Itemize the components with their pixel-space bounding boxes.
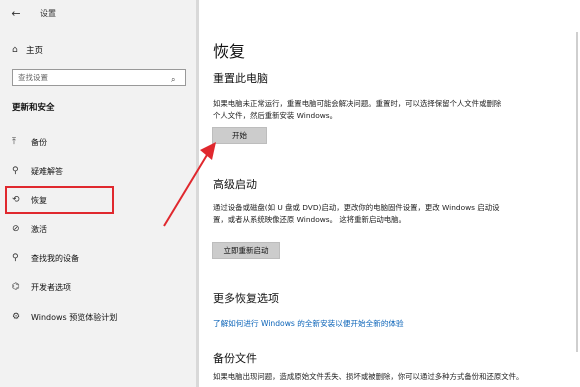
start-reset-button[interactable]: 开始 bbox=[212, 127, 267, 144]
back-arrow-icon[interactable]: ← bbox=[8, 6, 24, 22]
developer-icon: ⌬ bbox=[12, 282, 20, 292]
search-placeholder: 查找设置 bbox=[18, 73, 48, 82]
sidebar-item-label: Windows 预览体验计划 bbox=[31, 312, 118, 322]
sidebar-item-find-my-device[interactable]: ⚲ 查找我的设备 bbox=[12, 251, 79, 265]
clean-install-link[interactable]: 了解如何进行 Windows 的全新安装以便开始全新的体验 bbox=[213, 318, 404, 329]
reset-description: 如果电脑未正常运行，重置电脑可能会解决问题。重置时，可以选择保留个人文件或删除个… bbox=[213, 99, 502, 120]
search-input[interactable]: 查找设置 ⌕ bbox=[12, 69, 186, 86]
sidebar-item-developer[interactable]: ⌬ 开发者选项 bbox=[12, 280, 71, 294]
more-options-heading: 更多恢复选项 bbox=[213, 292, 279, 305]
scrollbar[interactable] bbox=[576, 32, 578, 352]
person-location-icon: ⚲ bbox=[12, 253, 19, 263]
check-circle-icon: ⊘ bbox=[12, 224, 20, 234]
arrow-head bbox=[200, 142, 216, 160]
arrow-shaft bbox=[163, 149, 211, 227]
wrench-icon: ⚲ bbox=[12, 166, 19, 176]
backup-arrow-icon: ⤒ bbox=[12, 137, 16, 147]
search-icon[interactable]: ⌕ bbox=[171, 72, 181, 84]
insider-icon: ⚙ bbox=[12, 312, 21, 322]
reset-heading: 重置此电脑 bbox=[213, 72, 268, 85]
page-title: 恢复 bbox=[213, 42, 246, 61]
main-content: 恢复 重置此电脑 如果电脑未正常运行，重置电脑可能会解决问题。重置时，可以选择保… bbox=[199, 0, 580, 387]
section-title: 更新和安全 bbox=[12, 103, 55, 113]
recovery-highlight-box bbox=[5, 186, 114, 214]
annotation-arrow bbox=[163, 142, 216, 227]
sidebar-item-activation[interactable]: ⊘ 激活 bbox=[12, 222, 47, 236]
sidebar-item-label: 激活 bbox=[31, 224, 47, 234]
nav-home-label: 主页 bbox=[26, 46, 44, 56]
sidebar-item-label: 开发者选项 bbox=[31, 282, 71, 292]
advanced-startup-description: 通过设备或磁盘(如 U 盘或 DVD)启动，更改你的电脑固件设置，更改 Wind… bbox=[213, 203, 500, 224]
sidebar-item-insider[interactable]: ⚙ Windows 预览体验计划 bbox=[12, 310, 117, 324]
sidebar-item-label: 疑难解答 bbox=[31, 166, 63, 176]
backup-files-heading: 备份文件 bbox=[213, 352, 257, 365]
sidebar-item-label: 查找我的设备 bbox=[31, 253, 79, 263]
home-icon: ⌂ bbox=[12, 45, 18, 55]
app-title: 设置 bbox=[40, 9, 56, 18]
nav-home[interactable]: ⌂ 主页 bbox=[12, 42, 43, 58]
restart-now-button[interactable]: 立即重新启动 bbox=[212, 242, 280, 259]
backup-files-description: 如果电脑出现问题，造成原始文件丢失、损坏或被删除，你可以通过多种方式备份和还原文… bbox=[213, 372, 524, 381]
title-bar: ← 设置 bbox=[0, 0, 198, 28]
sidebar-item-backup[interactable]: ⤒ 备份 bbox=[12, 135, 47, 149]
sidebar-item-label: 备份 bbox=[31, 137, 47, 147]
sidebar-item-troubleshoot[interactable]: ⚲ 疑难解答 bbox=[12, 164, 63, 178]
